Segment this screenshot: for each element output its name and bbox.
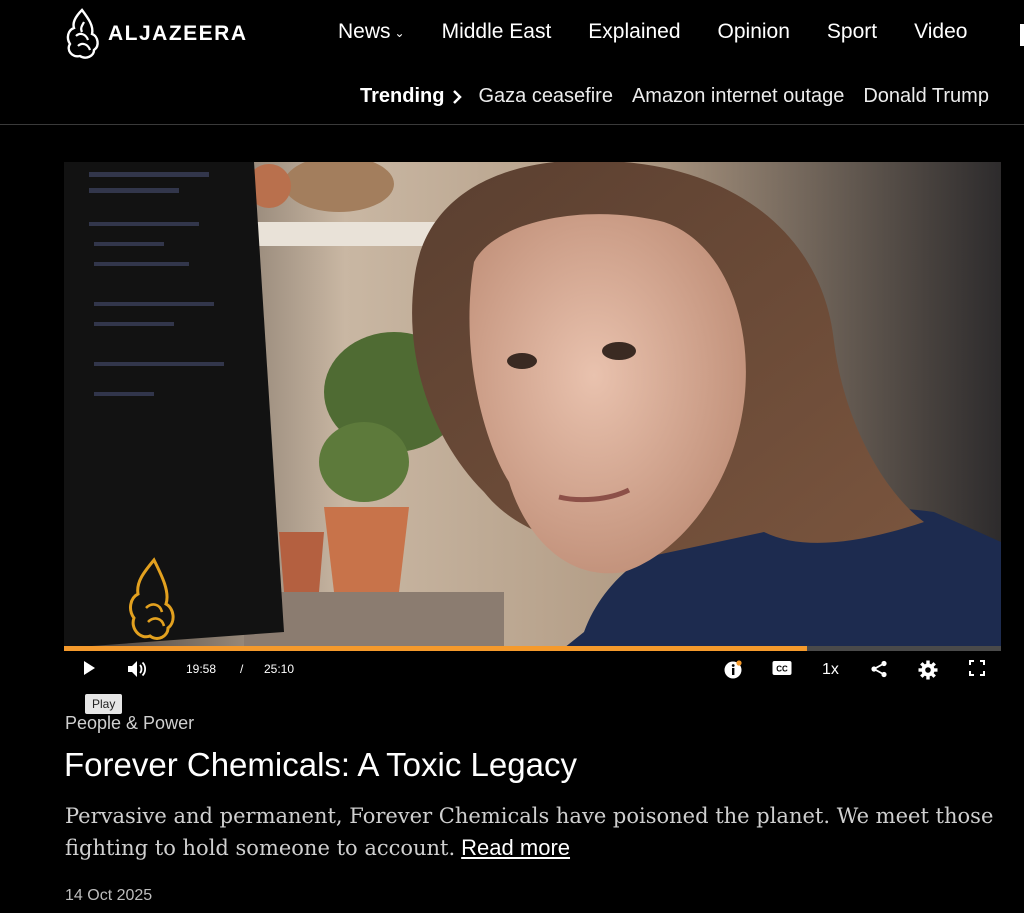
video-frame[interactable] — [64, 162, 1001, 648]
trending-bar: Trending Gaza ceasefire Amazon internet … — [360, 85, 1008, 108]
nav-item-video[interactable]: Video — [914, 20, 967, 44]
main-nav: News ⌄ Middle East Explained Opinion Spo… — [338, 20, 1004, 44]
captions-icon: CC — [772, 661, 792, 675]
duration: 25:10 — [264, 662, 295, 676]
trending-link[interactable]: Donald Trump — [863, 85, 989, 108]
nav-label-explained: Explained — [588, 20, 681, 43]
play-icon — [84, 661, 95, 675]
trending-link[interactable]: Amazon internet outage — [632, 85, 844, 108]
svg-text:CC: CC — [776, 665, 788, 674]
nav-label-news: News — [338, 20, 391, 43]
nav-item-middle-east[interactable]: Middle East — [442, 20, 552, 44]
volume-button[interactable] — [127, 660, 147, 678]
current-time: 19:58 — [186, 662, 217, 676]
chevron-down-icon: ⌄ — [394, 26, 405, 40]
brand-name: ALJAZEERA — [108, 22, 248, 45]
nav-label-video: Video — [914, 20, 968, 43]
captions-button[interactable]: CC — [772, 660, 792, 676]
nav-item-opinion[interactable]: Opinion — [718, 20, 790, 44]
nav-label-sport: Sport — [826, 20, 878, 43]
info-icon — [724, 660, 742, 679]
chevron-right-icon — [452, 89, 463, 105]
trending-label: Trending — [360, 85, 445, 107]
article-description: Pervasive and permanent, Forever Chemica… — [65, 800, 1015, 864]
nav-label-middle-east: Middle East — [441, 20, 552, 43]
info-button[interactable] — [723, 660, 743, 680]
read-more-link[interactable]: Read more — [461, 835, 570, 860]
playback-speed-button[interactable]: 1x — [822, 661, 839, 679]
player-controls: 19:58 / 25:10 CC 1x — [64, 651, 1001, 691]
publish-date: 14 Oct 2025 — [65, 887, 153, 904]
volume-icon — [128, 661, 147, 677]
site-logo[interactable]: ALJAZEERA — [62, 6, 248, 62]
article-title: Forever Chemicals: A Toxic Legacy — [64, 746, 577, 783]
nav-item-sport[interactable]: Sport — [827, 20, 877, 44]
share-icon — [871, 660, 887, 678]
video-still — [64, 162, 1001, 648]
settings-button[interactable] — [918, 660, 938, 680]
aljazeera-logo-icon — [66, 8, 99, 59]
program-category[interactable]: People & Power — [65, 713, 194, 734]
play-tooltip: Play — [85, 694, 123, 714]
fullscreen-button[interactable] — [969, 660, 985, 676]
nav-label-opinion: Opinion — [717, 20, 790, 43]
trending-link[interactable]: Gaza ceasefire — [478, 85, 613, 108]
share-button[interactable] — [870, 660, 888, 678]
site-header: ALJAZEERA News ⌄ Middle East Explained O… — [0, 0, 1024, 125]
play-button[interactable] — [82, 660, 96, 676]
nav-item-explained[interactable]: Explained — [588, 20, 680, 44]
nav-overflow-item[interactable] — [1020, 24, 1024, 46]
nav-item-news[interactable]: News ⌄ — [338, 20, 405, 44]
fullscreen-icon — [969, 660, 985, 676]
settings-icon — [918, 660, 938, 680]
time-separator: / — [240, 662, 244, 676]
